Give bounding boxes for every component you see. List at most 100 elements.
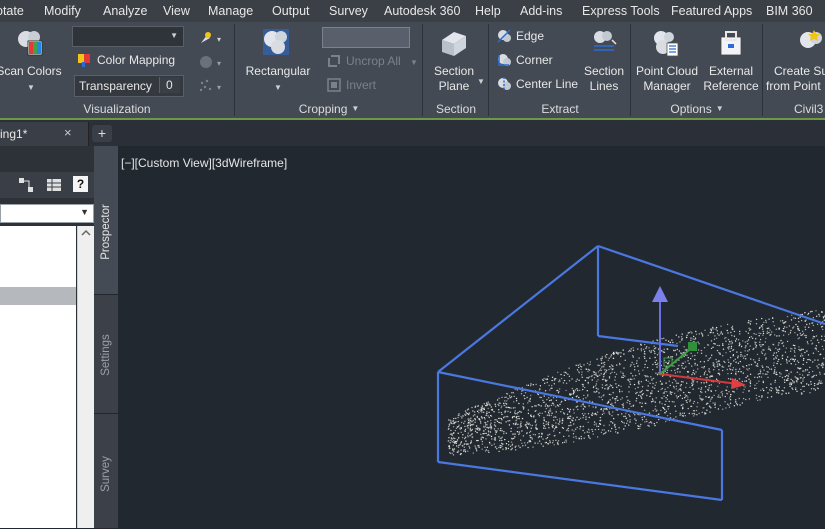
menu-view[interactable]: View	[163, 4, 190, 18]
chevron-down-icon: ▼	[80, 207, 89, 217]
visualization-panel-title[interactable]: Visualization	[0, 100, 234, 117]
pcm-label-1: Point Cloud	[636, 64, 698, 78]
menu-autodesk-360[interactable]: Autodesk 360	[384, 4, 460, 18]
visualization-combo[interactable]: ▼	[72, 26, 184, 47]
tab-survey-label: Survey	[100, 456, 112, 492]
extract-panel-title: Extract	[490, 100, 630, 117]
rectangular-crop-icon	[260, 26, 292, 58]
menu-modify[interactable]: Modify	[44, 4, 81, 18]
corner-button[interactable]: Corner	[516, 53, 553, 67]
external-reference-button[interactable]: External Reference	[702, 64, 760, 94]
create-surface-button[interactable]: Create Su from Point	[766, 64, 825, 94]
uncrop-all-label: Uncrop All	[346, 54, 401, 68]
chevron-down-icon: ▼	[27, 83, 35, 92]
section-plane-label-1: Section	[434, 64, 474, 78]
tab-survey[interactable]: Survey	[94, 414, 118, 529]
section-lines-label-2: Lines	[590, 79, 619, 93]
color-mapping-icon	[76, 52, 92, 68]
tab-drawing1[interactable]: ing1* ×	[0, 122, 89, 146]
section-lines-label-1: Section	[584, 64, 624, 78]
chevron-down-icon: ▼	[170, 31, 178, 40]
invert-button[interactable]: Invert	[346, 78, 376, 92]
tab-drawing1-label: ing1*	[0, 127, 27, 141]
tree-scrollbar[interactable]	[77, 226, 94, 528]
chevron-down-icon: ▼	[716, 104, 724, 113]
create-surface-icon	[796, 28, 825, 58]
toolspace-palette: ? ▼	[0, 146, 94, 528]
scatter-icon[interactable]: ▾	[198, 78, 224, 94]
close-icon[interactable]: ×	[64, 125, 72, 140]
color-mapping-button[interactable]: Color Mapping	[97, 53, 175, 67]
rectangular-label: Rectangular	[246, 64, 311, 78]
palette-view-combo[interactable]: ▼	[0, 204, 94, 223]
section-plane-button[interactable]: Section Plane	[426, 64, 482, 94]
section-plane-icon	[438, 28, 470, 58]
center-line-icon	[496, 76, 512, 92]
edge-icon	[496, 28, 512, 44]
svg-text:▾: ▾	[217, 83, 221, 92]
transparency-value-box[interactable]: 0	[159, 77, 180, 93]
menu-output[interactable]: Output	[272, 4, 310, 18]
menu-add-ins[interactable]: Add-ins	[520, 4, 562, 18]
invert-icon	[326, 77, 342, 93]
tab-settings[interactable]: Settings	[94, 295, 118, 414]
help-glyph: ?	[77, 177, 84, 191]
svg-text:▾: ▾	[217, 35, 221, 44]
chevron-down-icon: ▼	[351, 104, 359, 113]
tree-selected-row[interactable]	[0, 287, 76, 305]
scan-colors-label: Scan Colors	[0, 64, 62, 78]
crop-field-disabled	[322, 27, 410, 48]
tab-prospector[interactable]: Prospector	[94, 146, 118, 295]
edge-button[interactable]: Edge	[516, 29, 544, 43]
palette-toolbar: ?	[0, 172, 94, 198]
grid-view-icon[interactable]	[46, 177, 62, 193]
document-tab-strip: ing1* × +	[0, 120, 825, 146]
network-icon[interactable]	[18, 177, 34, 193]
section-lines-button[interactable]: Section Lines	[580, 64, 628, 94]
center-line-button[interactable]: Center Line	[516, 77, 578, 91]
menu-express-tools[interactable]: Express Tools	[582, 4, 660, 18]
menu-manage[interactable]: Manage	[208, 4, 253, 18]
menu-rotate[interactable]: otate	[0, 4, 24, 18]
viewport-canvas[interactable]	[118, 146, 825, 528]
cropping-panel-title[interactable]: Cropping ▼	[236, 100, 422, 117]
model-viewport[interactable]: [−][Custom View][3dWireframe]	[118, 146, 825, 528]
ribbon: Scan Colors ▼ ▼ Color Mapping Transparen…	[0, 22, 825, 120]
chevron-down-icon: ▼	[410, 58, 418, 67]
scroll-up-icon[interactable]	[78, 226, 94, 240]
pcm-label-2: Manager	[643, 79, 690, 93]
panel-divider	[488, 24, 489, 116]
section-lines-icon	[590, 28, 618, 56]
help-button[interactable]: ?	[73, 176, 88, 192]
uncrop-all-button[interactable]: Uncrop All ▼	[346, 54, 418, 68]
point-cloud	[448, 310, 825, 455]
external-reference-icon	[716, 28, 746, 58]
tab-settings-label: Settings	[100, 334, 112, 376]
section-plane-label-2: Plane	[439, 79, 470, 93]
palette-vertical-tabs: Prospector Settings Survey	[94, 146, 118, 528]
scan-colors-button[interactable]: Scan Colors ▼	[0, 64, 62, 95]
panel-divider	[630, 24, 631, 116]
sphere-icon[interactable]: ▾	[198, 54, 224, 70]
chevron-down-icon[interactable]: ▼	[477, 77, 485, 86]
menu-featured-apps[interactable]: Featured Apps	[671, 4, 752, 18]
prospector-tree[interactable]	[0, 226, 76, 528]
new-tab-button[interactable]: +	[92, 125, 112, 142]
panel-divider	[234, 24, 235, 116]
rectangular-button[interactable]: Rectangular ▼	[240, 64, 316, 95]
ext-label-2: Reference	[703, 79, 758, 93]
menu-help[interactable]: Help	[475, 4, 501, 18]
transparency-value: 0	[166, 78, 173, 92]
transparency-field[interactable]: Transparency 0	[74, 75, 184, 97]
ext-label-1: External	[709, 64, 753, 78]
transparency-label: Transparency	[79, 79, 152, 93]
menu-analyze[interactable]: Analyze	[103, 4, 147, 18]
menu-survey[interactable]: Survey	[329, 4, 368, 18]
uncrop-all-icon	[326, 53, 342, 69]
options-panel-title[interactable]: Options ▼	[632, 100, 762, 117]
svg-text:▾: ▾	[217, 59, 221, 68]
menu-bim-360[interactable]: BIM 360	[766, 4, 813, 18]
point-tool-icon[interactable]: ▾	[198, 30, 224, 46]
chevron-down-icon: ▼	[274, 83, 282, 92]
point-cloud-manager-button[interactable]: Point Cloud Manager	[632, 64, 702, 94]
